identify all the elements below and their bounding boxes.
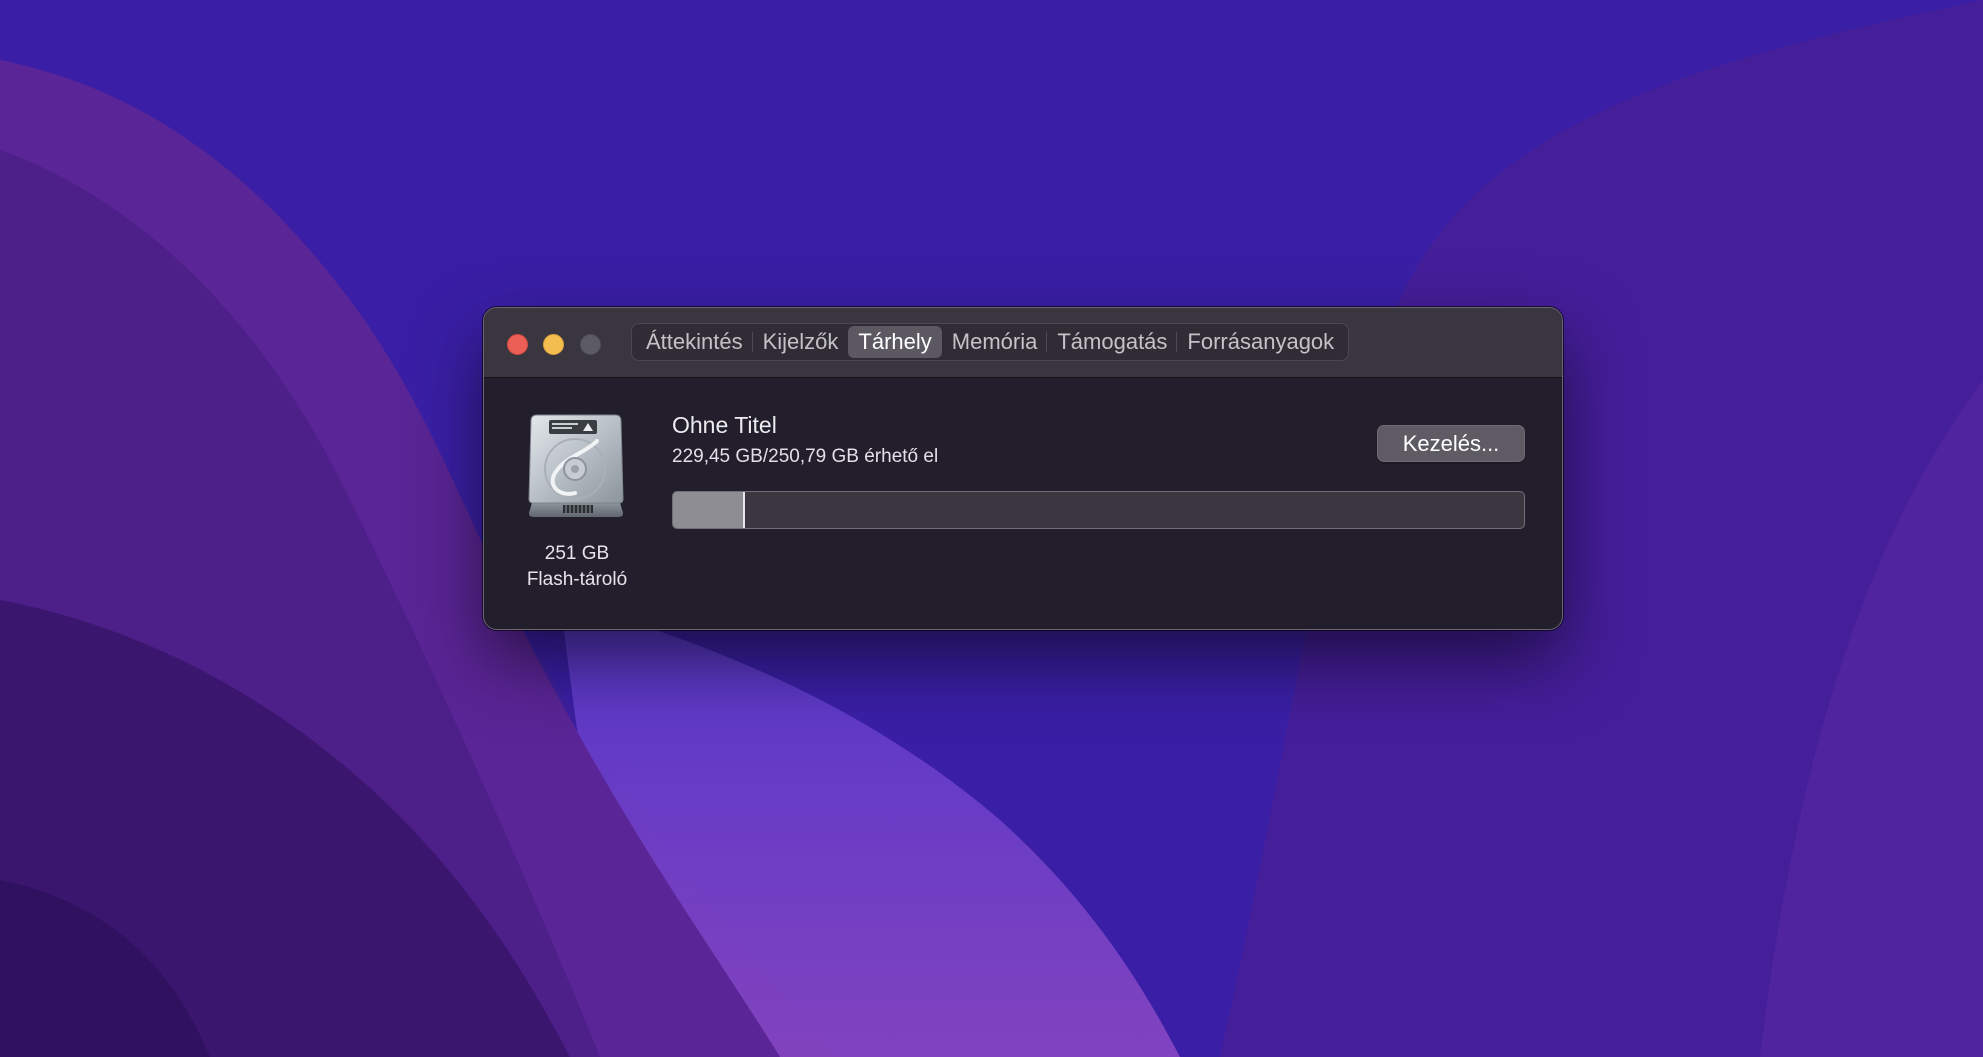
disk-capacity-label: 251 GB Flash-tároló xyxy=(494,541,660,593)
storage-panel: 251 GB Flash-tároló Ohne Titel 229,45 GB… xyxy=(484,378,1562,629)
hard-drive-icon xyxy=(528,414,624,517)
storage-usage-bar[interactable] xyxy=(672,491,1525,529)
close-button[interactable] xyxy=(507,334,528,355)
volume-availability: 229,45 GB/250,79 GB érhető el xyxy=(672,446,939,467)
tab-storage[interactable]: Tárhely xyxy=(848,326,942,358)
window-titlebar: Áttekintés Kijelzők Tárhely Memória Támo… xyxy=(484,308,1562,378)
disk-capacity: 251 GB xyxy=(544,543,610,564)
tab-displays[interactable]: Kijelzők xyxy=(751,326,849,358)
volume-name: Ohne Titel xyxy=(672,412,777,438)
disk-type: Flash-tároló xyxy=(526,569,628,590)
tab-support[interactable]: Támogatás xyxy=(1046,326,1177,358)
manage-button[interactable]: Kezelés... xyxy=(1377,425,1525,462)
storage-usage-fill xyxy=(673,492,746,528)
tab-bar: Áttekintés Kijelzők Tárhely Memória Támo… xyxy=(631,323,1350,361)
zoom-button[interactable] xyxy=(580,334,601,355)
tab-overview[interactable]: Áttekintés xyxy=(636,326,753,358)
tab-resources[interactable]: Forrásanyagok xyxy=(1176,326,1344,358)
about-this-mac-window: Áttekintés Kijelzők Tárhely Memória Támo… xyxy=(483,307,1563,630)
tab-memory[interactable]: Memória xyxy=(942,326,1048,358)
minimize-button[interactable] xyxy=(543,334,564,355)
